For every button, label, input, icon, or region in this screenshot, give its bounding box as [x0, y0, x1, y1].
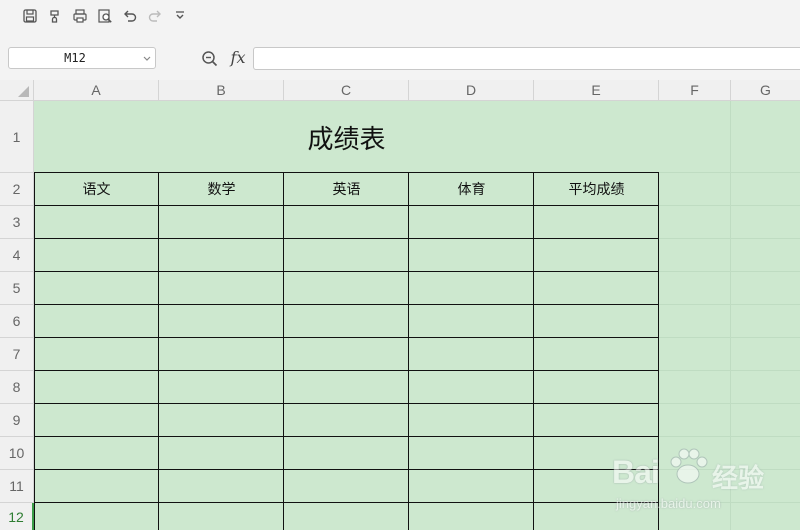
header-cell-average[interactable]: 平均成绩	[534, 173, 659, 205]
row-header-11[interactable]: 11	[0, 470, 34, 503]
watermark-url: jingyan.baidu.com	[616, 496, 721, 511]
quick-access-toolbar	[0, 0, 800, 34]
row-header-2[interactable]: 2	[0, 173, 34, 206]
column-header-d[interactable]: D	[409, 80, 534, 101]
formula-bar: M12 fx	[0, 34, 800, 80]
row-header-1[interactable]: 1	[0, 101, 34, 173]
format-painter-icon[interactable]	[45, 7, 65, 25]
header-cell-chinese[interactable]: 语文	[34, 173, 159, 205]
row-header-12[interactable]: 12	[0, 503, 34, 530]
print-preview-icon[interactable]	[95, 7, 115, 25]
formula-input[interactable]	[253, 47, 800, 70]
row-header-7[interactable]: 7	[0, 338, 34, 371]
name-box-value: M12	[64, 51, 86, 65]
redo-icon[interactable]	[145, 7, 165, 25]
undo-icon[interactable]	[120, 7, 140, 25]
watermark-brand: Bai	[612, 454, 660, 490]
row-header-9[interactable]: 9	[0, 404, 34, 437]
column-header-a[interactable]: A	[34, 80, 159, 101]
row-header-4[interactable]: 4	[0, 239, 34, 272]
row-header-6[interactable]: 6	[0, 305, 34, 338]
save-icon[interactable]	[20, 7, 40, 25]
chevron-down-icon[interactable]	[142, 52, 152, 64]
row-header-5[interactable]: 5	[0, 272, 34, 305]
row-header-3[interactable]: 3	[0, 206, 34, 239]
column-header-g[interactable]: G	[731, 80, 800, 101]
customize-icon[interactable]	[170, 7, 190, 25]
column-header-b[interactable]: B	[159, 80, 284, 101]
zoom-icon[interactable]	[200, 49, 220, 69]
name-box[interactable]: M12	[8, 47, 156, 69]
insert-function-button[interactable]: fx	[228, 48, 248, 68]
row-header-8[interactable]: 8	[0, 371, 34, 404]
header-cell-math[interactable]: 数学	[159, 173, 284, 205]
baidu-jingyan-watermark: Bai 经验 jingyan.baidu.com	[612, 438, 792, 518]
header-cell-english[interactable]: 英语	[284, 173, 409, 205]
print-icon[interactable]	[70, 7, 90, 25]
watermark-brand-suffix: 经验	[712, 464, 765, 494]
column-header-f[interactable]: F	[659, 80, 731, 101]
header-cell-pe[interactable]: 体育	[409, 173, 534, 205]
sheet-title[interactable]: 成绩表	[34, 101, 659, 173]
paw-logo-icon	[670, 448, 708, 484]
column-header-e[interactable]: E	[534, 80, 659, 101]
column-header-c[interactable]: C	[284, 80, 409, 101]
select-all-corner[interactable]	[0, 80, 34, 101]
row-header-10[interactable]: 10	[0, 437, 34, 470]
